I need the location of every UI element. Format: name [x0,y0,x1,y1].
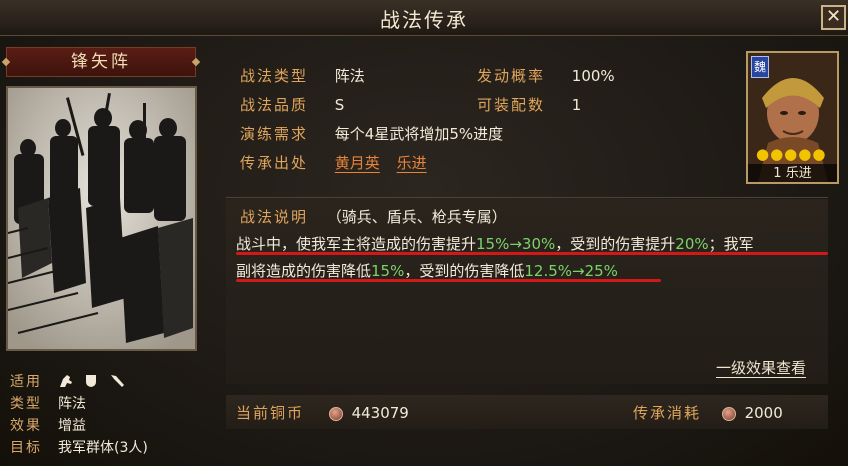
faction-badge: 魏 [751,56,769,78]
prop-key: 演练需求 [240,125,309,143]
inherit-cost: 传承消耗 2000 [633,402,783,423]
description-title: 战法说明 [240,208,309,226]
dialog-title: 战法传承 [380,8,468,32]
desc-value: 20% [675,235,709,253]
prop-value: S [334,96,345,114]
tactic-name: 锋矢阵 [6,47,196,77]
desc-value: 15%→30% [476,235,556,253]
prop-value: 100% [571,67,615,85]
info-row-applicable: 适用 [10,370,148,392]
prop-drill: 演练需求 每个4星武将增加5%进度 [240,123,503,144]
info-row-type: 类型 阵法 [10,392,148,414]
cost-label: 传承消耗 [633,404,702,422]
info-key: 适用 [10,374,42,390]
info-row-target: 目标 我军群体(3人) [10,436,148,458]
prop-key: 战法品质 [240,96,309,114]
general-name: 乐进 [785,166,812,181]
highlight-underline [236,279,661,282]
copper-coin-icon [328,406,343,421]
cost-value: 2000 [744,404,783,422]
info-row-effect: 效果 增益 [10,414,148,436]
info-key: 类型 [10,396,42,412]
close-button[interactable]: ✕ [821,5,846,30]
source-link-1[interactable]: 黄月英 [335,154,380,172]
prop-key: 发动概率 [477,67,546,85]
general-level: 1 [773,166,782,181]
prop-source: 传承出处 黄月英 乐进 [240,152,427,173]
tactic-info: 适用 类型 阵法 效果 增益 目标 我军群体(3人) [10,370,148,458]
troop-restriction: （骑兵、盾兵、枪兵专属） [326,208,507,226]
desc-value: 12.5%→25% [524,262,618,280]
star-rating: ●●●●● [756,145,827,163]
copper-coin-icon [721,406,736,421]
desc-text: 战斗中，使我军主将造成的伤害提升 [236,235,477,253]
title-bar: 战法传承 [0,0,848,36]
info-key: 目标 [10,440,42,456]
first-level-effect-link[interactable]: 一级效果查看 [716,357,806,378]
prop-value: 1 [571,96,582,114]
info-value: 阵法 [58,396,86,412]
prop-key: 传承出处 [240,154,309,172]
prop-value: 每个4星武将增加5%进度 [334,125,504,143]
tactic-illustration [6,86,197,351]
general-portrait[interactable]: 魏 ●●●●● 1 乐进 [746,51,839,184]
prop-key: 可装配数 [477,96,546,114]
info-value: 增益 [58,418,86,434]
shield-icon [84,374,100,388]
desc-text: 副将造成的伤害降低 [236,262,372,280]
info-value: 我军群体(3人) [58,440,148,456]
prop-rate: 发动概率 100% [477,65,615,86]
description-line-1: 战斗中，使我军主将造成的伤害提升15%→30%，受到的伤害提升20%；我军 [236,233,754,254]
prop-value: 阵法 [334,67,365,85]
source-link-2[interactable]: 乐进 [397,154,427,172]
prop-slots: 可装配数 1 [477,94,581,115]
portrait-label: 1 乐进 [748,164,837,182]
coin-label: 当前铜币 [236,404,305,422]
desc-text: ，受到的伤害降低 [404,262,525,280]
coin-value: 443079 [351,404,409,422]
info-key: 效果 [10,418,42,434]
description-header: 战法说明 （骑兵、盾兵、枪兵专属） [240,206,507,227]
description-line-2: 副将造成的伤害降低15%，受到的伤害降低12.5%→25% [236,260,618,281]
desc-value: 15% [371,262,405,280]
current-coins: 当前铜币 443079 [236,402,409,423]
prop-quality: 战法品质 S [240,94,344,115]
section-divider [226,197,828,198]
highlight-underline [236,252,828,255]
prop-type: 战法类型 阵法 [240,65,365,86]
cavalry-icon [58,374,74,388]
prop-key: 战法类型 [240,67,309,85]
desc-text: ，受到的伤害提升 [555,235,676,253]
desc-text: ；我军 [708,235,754,253]
spear-icon [110,374,126,388]
